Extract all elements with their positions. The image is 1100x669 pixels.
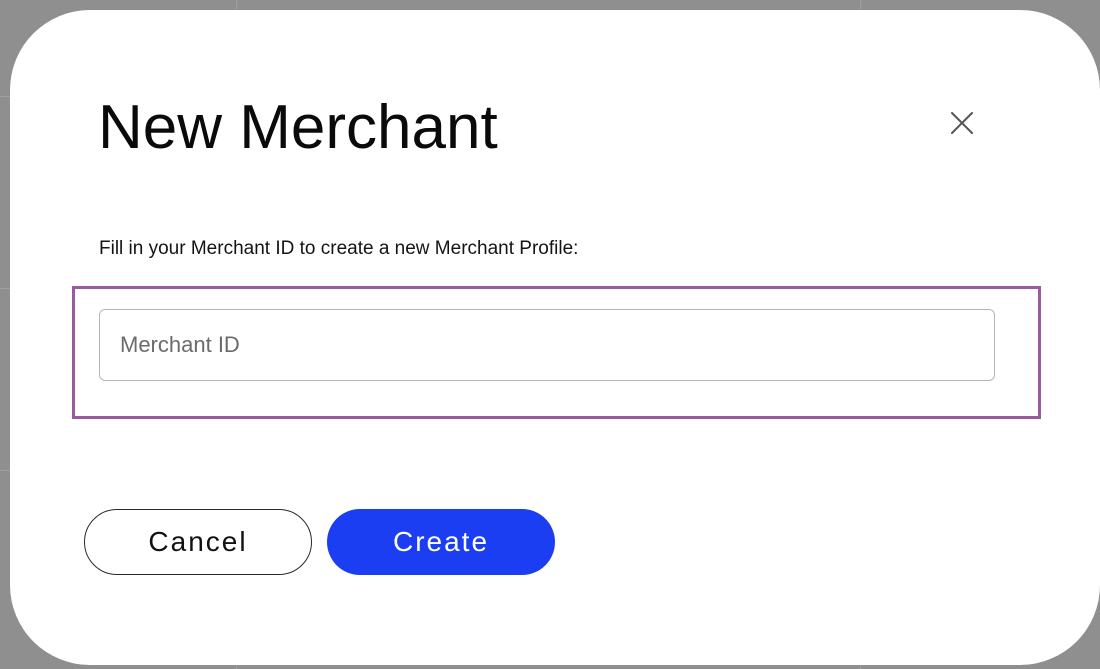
merchant-id-input[interactable] <box>99 309 995 381</box>
dialog-title: New Merchant <box>98 93 498 162</box>
close-icon <box>949 110 975 136</box>
close-button[interactable] <box>942 103 982 143</box>
create-button[interactable]: Create <box>327 509 555 575</box>
cancel-button[interactable]: Cancel <box>84 509 312 575</box>
dialog-instructions: Fill in your Merchant ID to create a new… <box>99 238 579 259</box>
